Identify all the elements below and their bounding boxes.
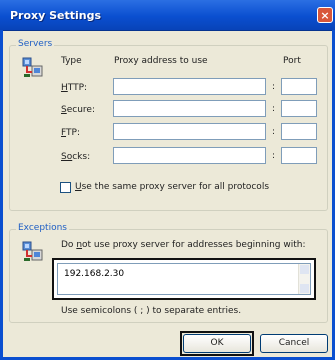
secure-label: Secure: (61, 105, 95, 115)
ftp-label: FTP: (61, 128, 80, 138)
ok-button[interactable]: OK (183, 334, 251, 353)
exceptions-description: Do not use proxy server for addresses be… (61, 240, 306, 250)
http-colon: : (272, 82, 276, 92)
socks-colon: : (272, 151, 276, 161)
secure-address-input[interactable] (113, 100, 266, 117)
type-column-header: Type (61, 56, 82, 66)
ftp-port-input[interactable] (281, 123, 317, 140)
secure-port-input[interactable] (281, 100, 317, 117)
secure-colon: : (272, 104, 276, 114)
http-address-input[interactable] (113, 78, 266, 95)
same-proxy-checkbox[interactable] (60, 182, 71, 193)
same-proxy-label[interactable]: Use the same proxy server for all protoc… (75, 182, 269, 192)
exceptions-value: 192.168.2.30 (64, 269, 125, 279)
scroll-up-icon[interactable] (300, 265, 309, 274)
http-port-input[interactable] (281, 78, 317, 95)
network-computer-icon (22, 241, 43, 261)
scroll-down-icon[interactable] (300, 284, 309, 293)
http-label: HTTP: (61, 83, 88, 93)
network-computer-icon (22, 57, 43, 77)
ftp-colon: : (272, 127, 276, 137)
window-title: Proxy Settings (10, 9, 102, 22)
close-button[interactable]: × (317, 7, 333, 23)
port-column-header: Port (283, 56, 301, 66)
cancel-button[interactable]: Cancel (260, 334, 328, 353)
socks-label: Socks: (61, 152, 91, 162)
exceptions-textarea[interactable]: 192.168.2.30 (52, 258, 316, 300)
servers-group-title: Servers (16, 39, 55, 49)
title-bar: Proxy Settings × (0, 0, 335, 31)
socks-port-input[interactable] (281, 147, 317, 164)
address-column-header: Proxy address to use (114, 56, 208, 66)
ftp-address-input[interactable] (113, 123, 266, 140)
exceptions-hint: Use semicolons ( ; ) to separate entries… (61, 306, 242, 316)
socks-address-input[interactable] (113, 147, 266, 164)
exceptions-textarea-inner: 192.168.2.30 (57, 263, 311, 295)
vertical-scrollbar[interactable] (298, 264, 310, 294)
exceptions-group-title: Exceptions (16, 223, 69, 233)
close-icon: × (320, 9, 330, 22)
